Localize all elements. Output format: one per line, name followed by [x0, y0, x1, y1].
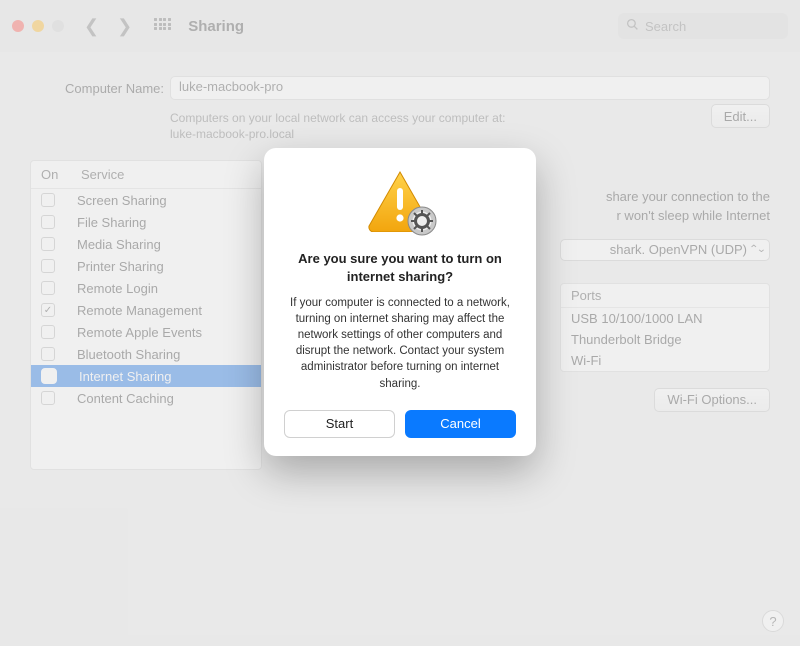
start-button[interactable]: Start: [284, 410, 395, 438]
cancel-button[interactable]: Cancel: [405, 410, 516, 438]
confirm-dialog: Are you sure you want to turn on interne…: [264, 148, 536, 456]
dialog-body: If your computer is connected to a netwo…: [284, 295, 516, 392]
dialog-heading: Are you sure you want to turn on interne…: [284, 250, 516, 285]
warning-icon: [365, 170, 435, 232]
